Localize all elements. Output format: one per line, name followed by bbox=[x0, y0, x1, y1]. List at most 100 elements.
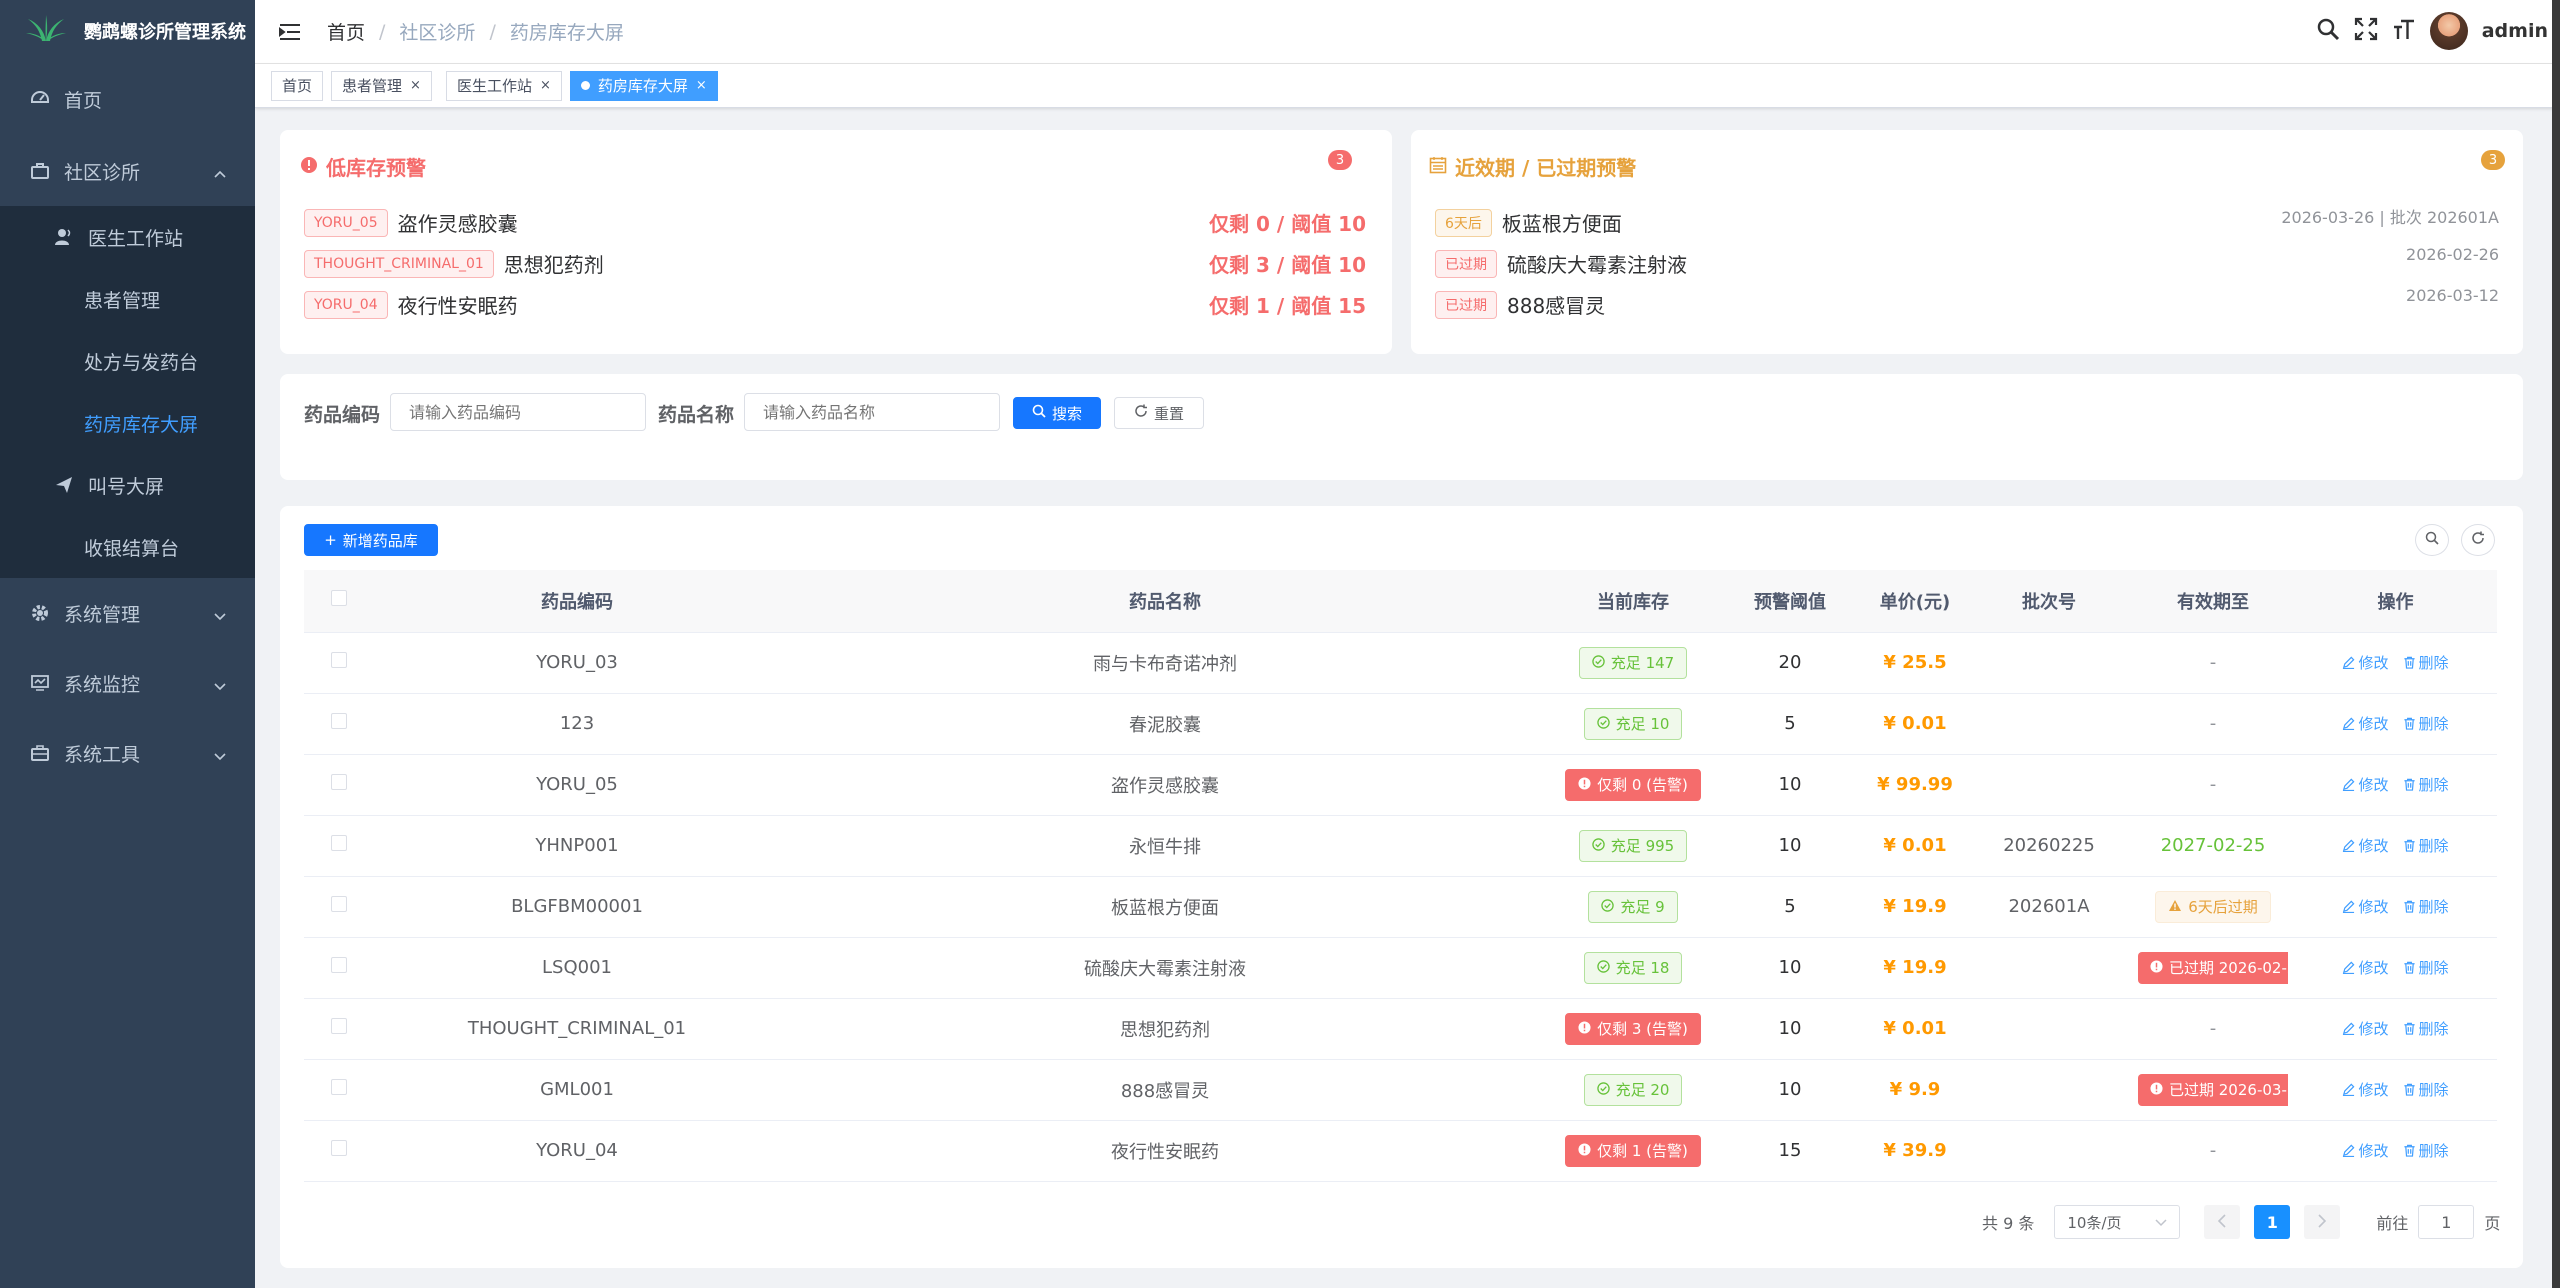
app-logo[interactable]: 鹦鹉螺诊所管理系统 bbox=[0, 0, 255, 62]
edit-link[interactable]: 修改 bbox=[2342, 957, 2389, 978]
delete-link[interactable]: 删除 bbox=[2403, 652, 2449, 673]
row-checkbox[interactable] bbox=[331, 774, 347, 790]
expiry-cell: 6天后过期 bbox=[2132, 876, 2294, 938]
edit-link[interactable]: 修改 bbox=[2342, 835, 2389, 856]
search-icon[interactable] bbox=[2316, 17, 2340, 45]
delete-link[interactable]: 删除 bbox=[2403, 774, 2449, 795]
menu-monitor[interactable]: 系统监控 bbox=[0, 648, 255, 718]
tag-pharmacy[interactable]: 药房库存大屏 × bbox=[569, 70, 718, 101]
menu-system[interactable]: 系统管理 bbox=[0, 578, 255, 648]
low-stock-card: 低库存预警 3 YORU_05 盗作灵感胶囊 仅剩 0 / 阈值 10 THOU… bbox=[280, 130, 1392, 354]
menu-rx[interactable]: 处方与发药台 bbox=[0, 330, 255, 392]
unit-price: ¥ 0.01 bbox=[1883, 1018, 1947, 1039]
edit-link[interactable]: 修改 bbox=[2342, 1140, 2389, 1161]
active-dot-icon bbox=[580, 81, 590, 90]
reset-button-label: 重置 bbox=[1153, 404, 1184, 423]
actions-cell: 修改 删除 bbox=[2294, 1120, 2497, 1182]
menu-doctor-station[interactable]: 医生工作站 bbox=[0, 206, 255, 268]
row-checkbox[interactable] bbox=[331, 652, 347, 668]
breadcrumb-current: 药房库存大屏 bbox=[509, 22, 624, 44]
tag-patient[interactable]: 患者管理 × bbox=[331, 70, 432, 101]
row-checkbox[interactable] bbox=[331, 1140, 347, 1156]
delete-label: 删除 bbox=[2418, 959, 2449, 977]
expiry-cell: 已过期 2026-02-26 bbox=[2132, 937, 2294, 999]
breadcrumb-home[interactable]: 首页 bbox=[327, 18, 365, 45]
delete-link[interactable]: 删除 bbox=[2403, 1079, 2449, 1100]
name-input[interactable] bbox=[744, 393, 1000, 431]
page-number-current[interactable]: 1 bbox=[2254, 1205, 2291, 1239]
table-row: YORU_03 雨与卡布奇诺冲剂 充足 147 20 ¥ 25.5 - 修改 删… bbox=[304, 632, 2497, 694]
menu-pharmacy[interactable]: 药房库存大屏 bbox=[0, 392, 255, 454]
menu-home[interactable]: 首页 bbox=[0, 62, 255, 136]
row-checkbox[interactable] bbox=[331, 713, 347, 729]
row-checkbox[interactable] bbox=[331, 1018, 347, 1034]
expiry-text: 6天后过期 bbox=[2188, 898, 2258, 916]
edit-link[interactable]: 修改 bbox=[2342, 713, 2389, 734]
table-row: BLGFBM00001 板蓝根方便面 充足 9 5 ¥ 19.9 202601A… bbox=[304, 876, 2497, 938]
chevron-up-icon bbox=[213, 162, 227, 184]
stock-ok-badge: 充足 995 bbox=[1578, 829, 1688, 862]
font-size-icon[interactable] bbox=[2392, 17, 2416, 45]
close-icon[interactable]: × bbox=[696, 78, 707, 93]
avatar[interactable] bbox=[2429, 12, 2468, 50]
username[interactable]: admin bbox=[2482, 20, 2548, 42]
table-row: GML001 888感冒灵 充足 20 10 ¥ 9.9 已过期 2026-03… bbox=[304, 1059, 2497, 1121]
row-checkbox[interactable] bbox=[331, 1079, 347, 1095]
page-size-select[interactable]: 10条/页 bbox=[2054, 1205, 2181, 1239]
reset-button[interactable]: 重置 bbox=[1114, 397, 1204, 429]
stock-cell: 仅剩 0 (告警) bbox=[1550, 754, 1716, 816]
add-drug-button[interactable]: + 新增药品库 bbox=[304, 524, 438, 556]
row-checkbox[interactable] bbox=[331, 896, 347, 912]
next-page-button[interactable] bbox=[2304, 1205, 2341, 1239]
edit-link[interactable]: 修改 bbox=[2342, 774, 2389, 795]
close-icon[interactable]: × bbox=[410, 78, 421, 93]
delete-label: 删除 bbox=[2418, 654, 2449, 672]
row-checkbox[interactable] bbox=[331, 835, 347, 851]
close-icon[interactable]: × bbox=[540, 78, 551, 93]
search-button[interactable]: 搜索 bbox=[1013, 397, 1101, 429]
menu-queue[interactable]: 叫号大屏 bbox=[0, 454, 255, 516]
chevron-down-icon bbox=[213, 674, 227, 696]
delete-link[interactable]: 删除 bbox=[2403, 957, 2449, 978]
unit-price: ¥ 0.01 bbox=[1883, 713, 1947, 734]
delete-link[interactable]: 删除 bbox=[2403, 1018, 2449, 1039]
hamburger-icon[interactable] bbox=[275, 17, 305, 47]
delete-link[interactable]: 删除 bbox=[2403, 896, 2449, 917]
drug-code: BLGFBM00001 bbox=[374, 876, 780, 938]
goto-label: 前往 bbox=[2376, 1214, 2409, 1233]
menu-tools[interactable]: 系统工具 bbox=[0, 718, 255, 788]
expiry-name: 硫酸庆大霉素注射液 bbox=[1507, 253, 1687, 277]
edit-link[interactable]: 修改 bbox=[2342, 1079, 2389, 1100]
low-stock-title: 低库存预警 bbox=[300, 152, 426, 181]
menu-cashier[interactable]: 收银结算台 bbox=[0, 516, 255, 578]
prev-page-button[interactable] bbox=[2204, 1205, 2241, 1239]
edit-link[interactable]: 修改 bbox=[2342, 652, 2389, 673]
goto-input[interactable]: 1 bbox=[2418, 1205, 2475, 1239]
chevron-left-icon bbox=[2217, 1213, 2227, 1232]
row-select-cell bbox=[304, 815, 374, 877]
menu-monitor-label: 系统监控 bbox=[64, 673, 141, 696]
menu-community[interactable]: 社区诊所 bbox=[0, 136, 255, 206]
breadcrumb-separator: / bbox=[489, 20, 496, 43]
toggle-search-button[interactable] bbox=[2415, 524, 2449, 556]
refresh-table-button[interactable] bbox=[2461, 524, 2495, 556]
price-cell: ¥ 0.01 bbox=[1864, 693, 1966, 755]
fullscreen-icon[interactable] bbox=[2354, 17, 2378, 45]
delete-link[interactable]: 删除 bbox=[2403, 713, 2449, 734]
expired-badge: 已过期 2026-02-26 bbox=[2138, 951, 2288, 984]
threshold: 10 bbox=[1716, 1059, 1864, 1121]
delete-link[interactable]: 删除 bbox=[2403, 1140, 2449, 1161]
tag-home[interactable]: 首页 bbox=[271, 70, 324, 101]
warning-circle-icon bbox=[2150, 959, 2163, 977]
delete-link[interactable]: 删除 bbox=[2403, 835, 2449, 856]
edit-link[interactable]: 修改 bbox=[2342, 896, 2389, 917]
batch-number: 20260225 bbox=[1966, 815, 2132, 877]
tag-doctor[interactable]: 医生工作站 × bbox=[445, 70, 562, 101]
row-checkbox[interactable] bbox=[331, 957, 347, 973]
row-select-cell bbox=[304, 632, 374, 694]
menu-patient[interactable]: 患者管理 bbox=[0, 268, 255, 330]
edit-link[interactable]: 修改 bbox=[2342, 1018, 2389, 1039]
code-input[interactable] bbox=[390, 393, 646, 431]
drug-name: 永恒牛排 bbox=[780, 815, 1550, 877]
select-all-checkbox[interactable] bbox=[331, 590, 347, 607]
